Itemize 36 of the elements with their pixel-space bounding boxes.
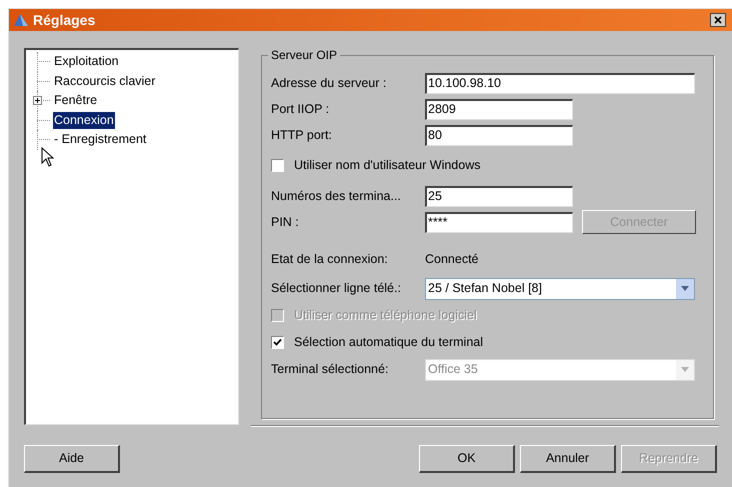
input-field[interactable]: 2809 bbox=[425, 98, 573, 120]
field-label: PIN : bbox=[271, 214, 300, 231]
dropdown-arrow-icon bbox=[681, 367, 689, 372]
field-label: Adresse du serveur : bbox=[271, 74, 388, 92]
field-label: Numéros des termina... bbox=[271, 188, 402, 205]
checkbox-label: Utiliser nom d'utilisateur Windows bbox=[294, 157, 480, 174]
checkbox[interactable] bbox=[271, 336, 284, 349]
input-field[interactable]: 25 bbox=[425, 186, 573, 206]
checkbox-label: Sélection automatique du terminal bbox=[294, 334, 484, 352]
tree-item[interactable]: Raccourcis clavier bbox=[53, 72, 156, 90]
dialog-button[interactable]: OK bbox=[419, 445, 515, 473]
tree-item[interactable]: Exploitation bbox=[53, 53, 120, 70]
field-label: Sélectionner ligne télé.: bbox=[271, 280, 402, 298]
close-button[interactable] bbox=[710, 13, 726, 27]
dialog-button[interactable]: Annuler bbox=[520, 445, 616, 473]
app-logo-icon bbox=[13, 13, 29, 27]
field-label: HTTP port: bbox=[271, 126, 333, 144]
tree-item[interactable]: - Enregistrement bbox=[53, 131, 148, 148]
mouse-pointer-icon bbox=[41, 147, 54, 167]
field-label: Port IIOP : bbox=[271, 100, 330, 118]
checkbox[interactable] bbox=[271, 159, 284, 172]
tree-item[interactable]: Connexion bbox=[53, 112, 115, 129]
close-icon bbox=[714, 16, 722, 24]
window-title: Réglages bbox=[33, 10, 96, 30]
status-value: Connecté bbox=[425, 250, 479, 268]
expand-icon[interactable] bbox=[33, 96, 42, 106]
tree-item[interactable]: Fenêtre bbox=[53, 92, 98, 110]
dialog-button[interactable]: Aide bbox=[24, 445, 120, 473]
field-label: Etat de la connexion: bbox=[271, 250, 389, 268]
field-label: Terminal sélectionné: bbox=[271, 361, 390, 378]
dropdown[interactable]: 25 / Stefan Nobel [8] bbox=[425, 278, 695, 300]
input-field[interactable]: **** bbox=[425, 212, 573, 232]
input-field[interactable]: 10.100.98.10 bbox=[425, 72, 695, 94]
input-field[interactable]: 80 bbox=[425, 124, 573, 146]
dropdown-arrow-icon bbox=[681, 286, 689, 291]
checkbox-label: Utiliser comme téléphone logiciel bbox=[294, 307, 477, 324]
